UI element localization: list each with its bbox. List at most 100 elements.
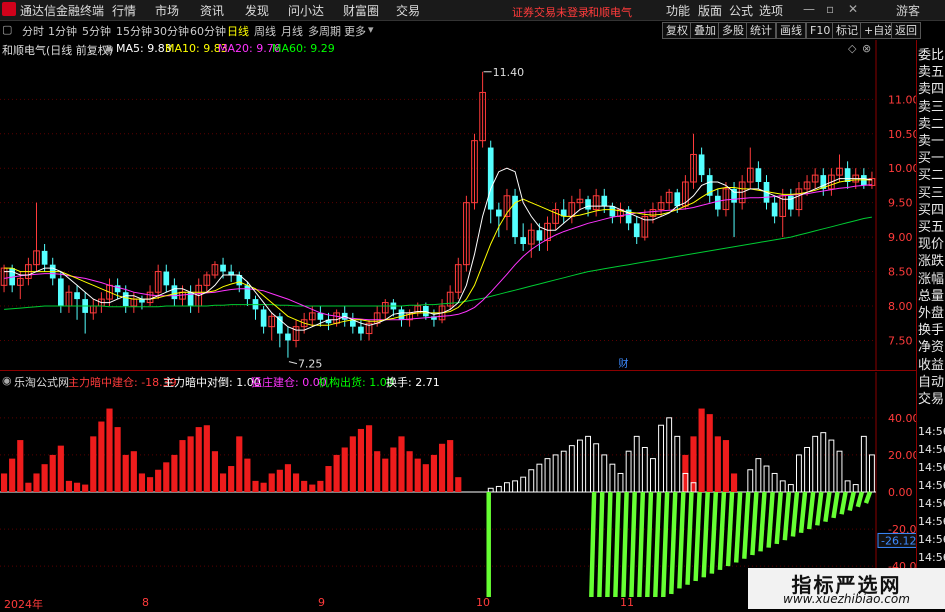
candle-body [220,264,226,272]
period-5min[interactable]: 5分钟 [82,23,111,39]
user-label[interactable]: 游客 [896,2,920,19]
white-bar [593,443,600,493]
side-label-12[interactable]: 涨跌 [918,250,945,269]
menu-quotes[interactable]: 行情 [112,2,136,19]
candle-body [714,195,721,210]
period-1min[interactable]: 1分钟 [48,23,77,39]
candle-body [771,202,778,217]
expand-icon[interactable]: ▢ [2,23,12,36]
side-label-1[interactable]: 卖五 [918,61,945,80]
white-bar [747,469,754,493]
menu-market[interactable]: 市场 [155,2,179,19]
red-bar [252,480,259,492]
side-label-19[interactable]: 自动 [918,371,945,390]
red-bar [706,414,713,492]
side-label-0[interactable]: 委比 [918,44,945,63]
period-daily[interactable]: 日线 [227,23,249,39]
red-bar [382,458,389,492]
period-weekly[interactable]: 周线 [254,23,276,39]
tool-overlay[interactable]: 叠加 [690,22,720,39]
menu-layout[interactable]: 版面 [698,2,722,19]
green-bar [661,491,670,597]
side-label-18[interactable]: 收益 [918,354,945,373]
red-bar [25,482,32,492]
side-label-5[interactable]: 卖一 [918,130,945,149]
tool-adjust[interactable]: 复权 [662,22,692,39]
tool-drawing[interactable]: 画线 [776,22,806,39]
side-label-8[interactable]: 买三 [918,182,945,201]
red-bar [171,454,178,492]
side-label-17[interactable]: 净资 [918,336,945,355]
side-label-14[interactable]: 总量 [918,285,945,304]
candle-body [698,154,705,176]
green-bar [597,491,605,597]
period-15min[interactable]: 15分钟 [116,23,152,39]
login-warning[interactable]: 证券交易未登录 [512,4,589,20]
side-time-2: 14:56 [918,461,945,474]
tool-multi-stock[interactable]: 多股 [718,22,748,39]
price-chart[interactable]: 11.00 10.50 10.00 9.50 9.00 8.50 8.00 7.50 11.40… [0,40,918,370]
green-bar [685,491,694,585]
period-multi[interactable]: 多周期 [308,23,341,39]
green-bar [693,491,702,582]
menu-news[interactable]: 资讯 [200,2,224,19]
side-label-3[interactable]: 卖三 [918,96,945,115]
red-bar [341,447,348,492]
red-bar [130,451,137,492]
app-logo-icon [2,2,16,16]
candle-body [41,250,48,265]
period-30min[interactable]: 30分钟 [153,23,189,39]
close-icon[interactable]: ✕ [848,2,858,16]
side-label-11[interactable]: 现价 [918,233,945,252]
side-label-7[interactable]: 买二 [918,164,945,183]
green-bar [589,491,597,597]
tool-f10[interactable]: F10 [806,22,835,39]
menu-options[interactable]: 选项 [759,2,783,19]
period-intraday[interactable]: 分时 [22,23,44,39]
red-bar [317,480,324,492]
candle-body [228,271,235,275]
indicator-chart[interactable]: 40.0020.000.00-20.00-40.00-26.12 [0,372,918,597]
minimize-icon[interactable]: — [803,2,815,16]
y-tick-label: 9.50 [888,197,913,210]
menu-wealth[interactable]: 财富圈 [343,2,379,19]
period-60min[interactable]: 60分钟 [190,23,226,39]
tool-back[interactable]: 返回 [891,22,921,39]
side-time-4: 14:56 [918,497,945,510]
white-bar [787,484,794,493]
candle-body [139,299,145,303]
menu-trade[interactable]: 交易 [396,2,420,19]
side-label-6[interactable]: 买一 [918,147,945,166]
y-tick-label: 9.00 [888,231,913,244]
app-title: 通达信金融终端 [20,4,105,18]
side-label-4[interactable]: 卖二 [918,113,945,132]
maximize-icon[interactable]: ▫ [826,2,834,16]
side-label-10[interactable]: 买五 [918,216,945,235]
period-more[interactable]: 更多 [344,23,366,39]
candle-body [609,206,616,217]
menu-formula[interactable]: 公式 [729,2,753,19]
red-bar [292,473,300,492]
side-label-2[interactable]: 卖四 [918,78,945,97]
side-label-13[interactable]: 涨幅 [918,268,945,287]
candle-body [755,168,762,182]
side-label-9[interactable]: 买四 [918,199,945,218]
period-monthly[interactable]: 月线 [281,23,303,39]
red-bar [730,473,738,492]
tool-statistics[interactable]: 统计 [746,22,776,39]
tool-mark[interactable]: 标记 [832,22,862,39]
menu-ask[interactable]: 问小达 [288,2,324,19]
white-bar [544,458,551,493]
y-tick-label: 11.00 [888,93,918,106]
menu-discover[interactable]: 发现 [245,2,269,19]
white-bar [487,487,494,493]
menu-functions[interactable]: 功能 [666,2,690,19]
side-label-15[interactable]: 外盘 [918,302,945,321]
y-tick-label: 10.00 [888,162,918,175]
red-bar [357,428,365,492]
side-time-5: 14:56 [918,515,945,528]
green-bar [798,491,808,534]
chevron-down-icon[interactable]: ▾ [368,23,374,36]
side-label-16[interactable]: 换手 [918,319,945,338]
side-label-20[interactable]: 交易 [918,388,945,407]
